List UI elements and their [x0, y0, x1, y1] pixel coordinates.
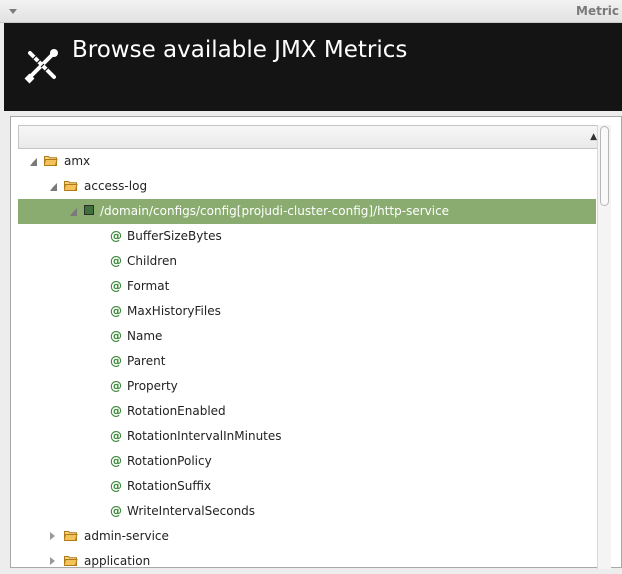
- tools-icon: [24, 49, 58, 84]
- attribute-at-icon: @: [110, 279, 122, 293]
- expand-arrow-icon[interactable]: [50, 532, 55, 540]
- tree-attribute-row[interactable]: @ RotationIntervalInMinutes: [18, 424, 596, 449]
- collapse-arrow-icon[interactable]: [50, 183, 57, 191]
- chevron-down-icon[interactable]: [9, 9, 17, 14]
- folder-open-icon: [64, 531, 78, 541]
- sort-ascending-icon[interactable]: ▲: [590, 132, 597, 142]
- window-titlebar: Metric: [0, 0, 622, 23]
- header-banner: Browse available JMX Metrics: [4, 23, 622, 111]
- attribute-at-icon: @: [110, 454, 122, 468]
- tree-node-label: Property: [127, 379, 178, 393]
- tree-node-label: amx: [64, 154, 91, 168]
- attribute-at-icon: @: [110, 404, 122, 418]
- tree-node-label: RotationEnabled: [127, 404, 226, 418]
- folder-open-icon: [64, 181, 78, 191]
- tree-mbean-row[interactable]: /domain/configs/config[projudi-cluster-c…: [18, 199, 596, 224]
- tree-column-header[interactable]: ▲: [18, 125, 606, 149]
- tree-node-label: RotationPolicy: [127, 454, 212, 468]
- collapse-arrow-icon[interactable]: [30, 158, 37, 166]
- tree-attribute-row[interactable]: @ Children: [18, 249, 596, 274]
- tree-attribute-row[interactable]: @ BufferSizeBytes: [18, 224, 596, 249]
- expand-arrow-icon[interactable]: [50, 557, 55, 565]
- tree-attribute-row[interactable]: @ RotationSuffix: [18, 474, 596, 499]
- collapse-arrow-icon[interactable]: [70, 208, 77, 216]
- folder-open-icon: [44, 156, 58, 166]
- tree-view[interactable]: amx access-log/domain/configs/config[proj…: [18, 149, 596, 569]
- tree-attribute-row[interactable]: @ MaxHistoryFiles: [18, 299, 596, 324]
- tree-attribute-row[interactable]: @ Property: [18, 374, 596, 399]
- vertical-scrollbar[interactable]: [597, 125, 611, 569]
- tree-node-label: Format: [127, 279, 170, 293]
- tree-node-label: application: [84, 554, 151, 568]
- tree-folder-row[interactable]: application: [18, 549, 596, 574]
- tree-attribute-row[interactable]: @ Parent: [18, 349, 596, 374]
- attribute-at-icon: @: [110, 504, 122, 518]
- attribute-at-icon: @: [110, 429, 122, 443]
- tree-folder-row[interactable]: amx: [18, 149, 596, 174]
- tree-node-label: /domain/configs/config[projudi-cluster-c…: [100, 204, 450, 218]
- mbean-icon: [84, 205, 94, 215]
- tree-attribute-row[interactable]: @ RotationPolicy: [18, 449, 596, 474]
- folder-open-icon: [64, 556, 78, 566]
- tree-node-label: Name: [127, 329, 163, 343]
- tree-node-label: RotationSuffix: [127, 479, 212, 493]
- attribute-at-icon: @: [110, 329, 122, 343]
- attribute-at-icon: @: [110, 229, 122, 243]
- attribute-at-icon: @: [110, 379, 122, 393]
- tree-node-label: MaxHistoryFiles: [127, 304, 221, 318]
- attribute-at-icon: @: [110, 254, 122, 268]
- tree-attribute-row[interactable]: @ Name: [18, 324, 596, 349]
- window-title: Metric: [576, 4, 619, 18]
- metric-tree-panel: ▲ amx access-log/domain/configs/config[pr…: [10, 116, 622, 569]
- tree-attribute-row[interactable]: @ Format: [18, 274, 596, 299]
- tree-node-label: WriteIntervalSeconds: [127, 504, 256, 518]
- scrollbar-thumb[interactable]: [600, 126, 609, 206]
- tree-node-label: access-log: [84, 179, 148, 193]
- tree-node-label: admin-service: [84, 529, 169, 543]
- attribute-at-icon: @: [110, 479, 122, 493]
- attribute-at-icon: @: [110, 304, 122, 318]
- tree-folder-row[interactable]: access-log: [18, 174, 596, 199]
- attribute-at-icon: @: [110, 354, 122, 368]
- tree-node-label: BufferSizeBytes: [127, 229, 222, 243]
- tree-node-label: Parent: [127, 354, 166, 368]
- page-title: Browse available JMX Metrics: [72, 37, 408, 63]
- tree-attribute-row[interactable]: @ WriteIntervalSeconds: [18, 499, 596, 524]
- tree-node-label: RotationIntervalInMinutes: [127, 429, 282, 443]
- tree-node-label: Children: [127, 254, 177, 268]
- tree-folder-row[interactable]: admin-service: [18, 524, 596, 549]
- tree-attribute-row[interactable]: @ RotationEnabled: [18, 399, 596, 424]
